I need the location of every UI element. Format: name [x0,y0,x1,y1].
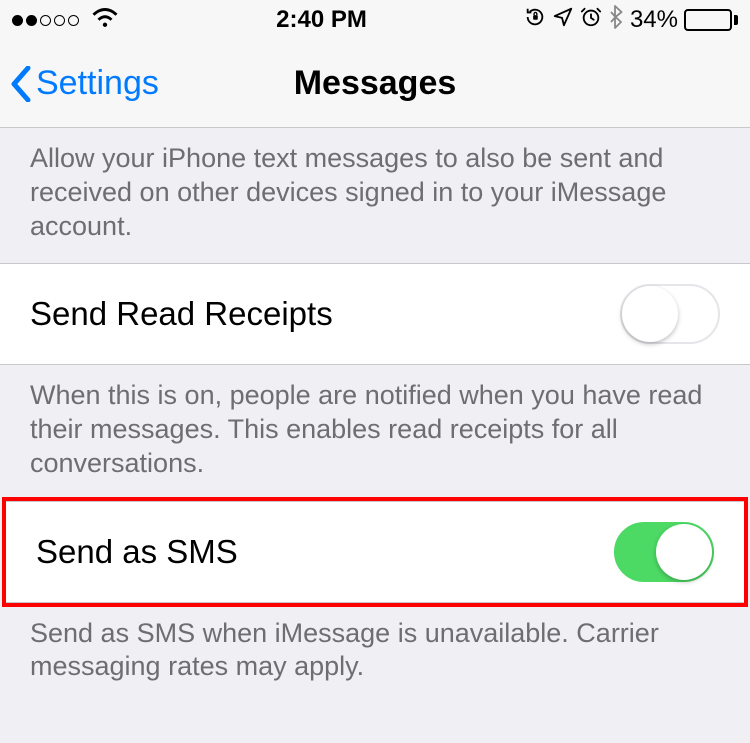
send-as-sms-footer: Send as SMS when iMessage is unavailable… [0,603,750,705]
back-label: Settings [36,64,159,103]
alarm-icon [580,6,602,35]
send-read-receipts-label: Send Read Receipts [30,295,333,333]
location-icon [552,6,574,35]
bluetooth-icon [608,5,624,36]
battery-percent: 34% [630,6,678,34]
text-forwarding-footer: Allow your iPhone text messages to also … [0,128,750,263]
send-read-receipts-toggle[interactable] [620,284,720,344]
orientation-lock-icon [524,6,546,35]
send-as-sms-toggle[interactable] [614,522,714,582]
send-read-receipts-row: Send Read Receipts [0,263,750,365]
status-right: 34% [524,5,738,36]
read-receipts-footer: When this is on, people are notified whe… [0,365,750,500]
status-left [12,6,119,34]
nav-bar: Settings Messages [0,40,750,128]
wifi-icon [91,6,119,34]
chevron-left-icon [10,66,32,102]
send-as-sms-label: Send as SMS [36,533,238,571]
status-time: 2:40 PM [276,6,367,34]
battery-icon [684,9,738,31]
status-bar: 2:40 PM 34% [0,0,750,40]
page-title: Messages [294,64,457,103]
signal-strength-icon [12,15,79,26]
highlight-box: Send as SMS [2,497,748,607]
back-button[interactable]: Settings [10,64,159,103]
send-as-sms-row: Send as SMS [6,501,744,603]
